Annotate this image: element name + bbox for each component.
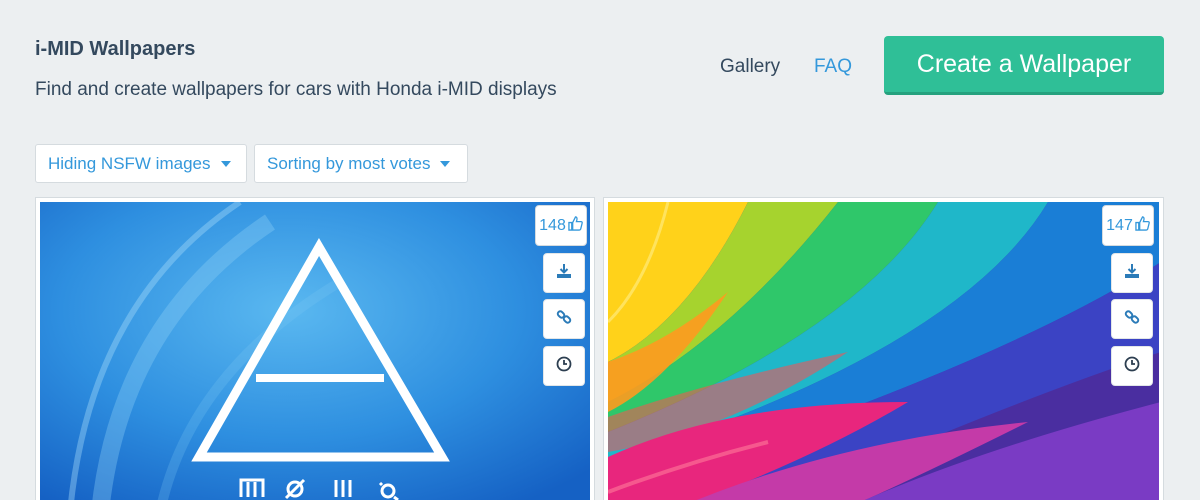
nsfw-filter-dropdown[interactable]: Hiding NSFW images bbox=[35, 144, 247, 183]
link-icon bbox=[1124, 309, 1140, 330]
nav-gallery-link[interactable]: Gallery bbox=[720, 56, 780, 78]
vote-button[interactable]: 148 bbox=[535, 205, 587, 246]
wallpaper-image[interactable] bbox=[40, 202, 590, 500]
history-button[interactable] bbox=[543, 346, 585, 386]
copy-link-button[interactable] bbox=[1111, 299, 1153, 339]
thumbs-up-icon bbox=[568, 215, 583, 236]
create-wallpaper-button[interactable]: Create a Wallpaper bbox=[884, 36, 1164, 95]
sort-filter-dropdown[interactable]: Sorting by most votes bbox=[254, 144, 468, 183]
vote-button[interactable]: 147 bbox=[1102, 205, 1154, 246]
download-button[interactable] bbox=[543, 253, 585, 293]
thumbs-up-icon bbox=[1135, 215, 1150, 236]
clock-icon bbox=[1124, 356, 1140, 377]
history-button[interactable] bbox=[1111, 346, 1153, 386]
vote-count: 148 bbox=[539, 216, 566, 234]
nsfw-filter-label: Hiding NSFW images bbox=[48, 153, 211, 173]
clock-icon bbox=[556, 356, 572, 377]
download-icon bbox=[556, 263, 572, 284]
nav-faq-link[interactable]: FAQ bbox=[814, 56, 852, 78]
caret-down-icon bbox=[440, 160, 451, 167]
vote-count: 147 bbox=[1106, 216, 1133, 234]
wallpaper-card[interactable] bbox=[603, 197, 1164, 500]
wallpaper-image[interactable] bbox=[608, 202, 1159, 500]
sort-filter-label: Sorting by most votes bbox=[267, 153, 431, 173]
caret-down-icon bbox=[220, 160, 231, 167]
download-button[interactable] bbox=[1111, 253, 1153, 293]
site-title: i-MID Wallpapers bbox=[35, 38, 196, 60]
wallpaper-card[interactable] bbox=[35, 197, 595, 500]
download-icon bbox=[1124, 263, 1140, 284]
site-subtitle: Find and create wallpapers for cars with… bbox=[35, 79, 557, 100]
link-icon bbox=[556, 309, 572, 330]
copy-link-button[interactable] bbox=[543, 299, 585, 339]
